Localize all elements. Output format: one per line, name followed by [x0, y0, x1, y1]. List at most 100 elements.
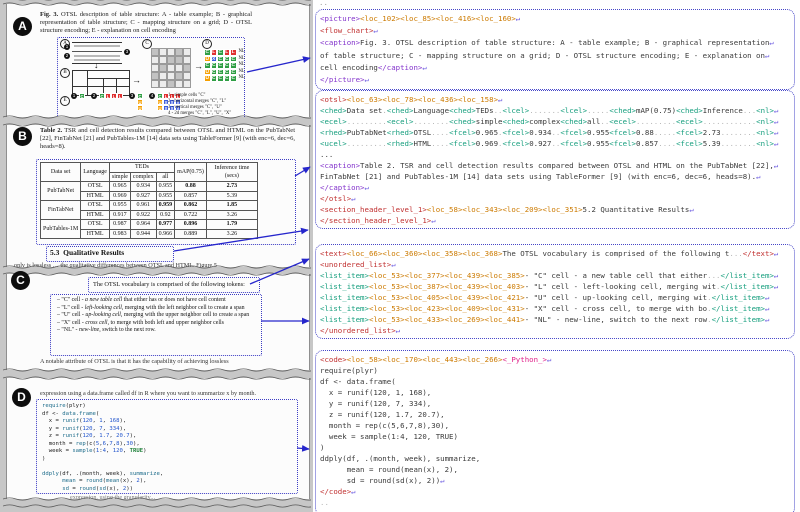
doctags-line: </otsl>↵ [320, 193, 790, 204]
language-cell: HTML [81, 191, 110, 201]
caption-b-number: Table 2. [40, 127, 62, 134]
doctags-line: <text><loc_66><loc_360><loc_358><loc_368… [320, 248, 790, 259]
doctags-panel: .. <picture><loc_102><loc_85><loc_416><l… [313, 0, 800, 512]
doctags-line: y = runif(120, 7, 334), [320, 398, 790, 409]
doctags-line: cell encoding</caption>↵ [320, 62, 790, 74]
doctags-line: <otsl><loc_63><loc_78><loc_436><loc_158>… [320, 94, 790, 105]
value-cell: 3.26 [206, 229, 257, 239]
region-label-a: A [13, 17, 32, 36]
value-cell: 3.26 [206, 210, 257, 220]
value-cell: 1.79 [206, 220, 257, 230]
doctags-line: </code>↵ [320, 486, 790, 497]
otsl-encoding-grid: CLCLLNLUXCCCNLCCCCCNLUCCCCNLUCCCCNL [204, 49, 245, 82]
col-header: Data set [41, 163, 81, 182]
doctags-line: <list_item><loc_53><loc_433><loc_269><lo… [320, 314, 790, 325]
doctags-block-table: <otsl><loc_63><loc_78><loc_436><loc_158>… [315, 90, 795, 229]
doctags-line: <caption>Table 2. TSR and cell detection… [320, 160, 790, 171]
value-cell: 0.964 [130, 220, 156, 230]
value-cell: 0.969 [109, 191, 130, 201]
grid-cell [183, 64, 191, 72]
doctags-line: </unordered_list>↵ [320, 325, 790, 336]
token-list-item: – "U" cell - up-looking cell, merging wi… [57, 312, 257, 320]
grid-cell [175, 72, 183, 80]
marker-2: 2 [64, 53, 70, 59]
code-line: ) [42, 456, 163, 464]
grid-cell [151, 48, 159, 56]
doctags-line: ddply(df, .(month, week), summarize, [320, 453, 790, 464]
value-cell: 0.955 [156, 191, 175, 201]
caption-a-number: Fig. 3. [40, 11, 58, 18]
grid-cell [159, 48, 167, 56]
value-cell: 0.965 [109, 182, 130, 192]
token-list-item: – "L" cell - left-looking cell, merging … [57, 305, 257, 313]
doctags-line: <list_item><loc_53><loc_405><loc_439><lo… [320, 292, 790, 303]
doctags-line: <list_item><loc_53><loc_387><loc_439><lo… [320, 281, 790, 292]
code-line: sd = round(sd(x), 2)) [42, 486, 163, 494]
results-table-box: Data setLanguageTEDsmAP(0.75)Inference t… [36, 159, 296, 245]
code-line: ddply(df, .(month, week), summarize, [42, 471, 163, 479]
grid-cell [175, 48, 183, 56]
cell-examples: 1C2CLLL3CUU4CLLLUXXXUXXX [71, 93, 181, 111]
doctags-block-list: <text><loc_66><loc_360><loc_358><loc_368… [315, 244, 795, 339]
grid-cell [159, 80, 167, 88]
value-cell: 0.917 [109, 210, 130, 220]
value-cell: 0.961 [130, 201, 156, 211]
doctags-line: <picture><loc_102><loc_85><loc_416><loc_… [320, 13, 790, 25]
code-line: df <- data.frame( [42, 411, 163, 419]
grid-cell [183, 56, 191, 64]
value-cell: 0.896 [175, 220, 207, 230]
encoding-legend: 1 - simple cells "C"2 - horizontal merge… [168, 93, 231, 117]
doctags-line: <code><loc_58><loc_170><loc_443><loc_266… [320, 354, 790, 365]
token-list: – "C" cell - a new table cell that eithe… [51, 295, 261, 335]
grid-cell [167, 64, 175, 72]
value-cell: 0.857 [175, 191, 207, 201]
value-cell: 0.987 [109, 220, 130, 230]
otsl-figure: A 1 2 3 ↓ B → C → D CLCLLNLUXCCCNLCCCCCN… [57, 37, 245, 119]
figure-caption-a: Fig. 3. OTSL description of table struct… [40, 11, 252, 36]
value-cell: 0.944 [130, 229, 156, 239]
value-cell: 0.922 [130, 210, 156, 220]
grid-cell [159, 72, 167, 80]
doctags-line: month = rep(c(5,6,7,8),30), [320, 420, 790, 431]
right-arrow-icon: → [194, 62, 203, 71]
grid-cell [175, 80, 183, 88]
doctags-block-code: <code><loc_58><loc_170><loc_443><loc_266… [315, 350, 795, 512]
code-line: mean = round(mean(x), 2), [42, 478, 163, 486]
language-cell: HTML [81, 229, 110, 239]
doctags-line: mean = round(mean(x), 2), [320, 464, 790, 475]
value-cell: 0.722 [175, 210, 207, 220]
doctags-block-picture: <picture><loc_102><loc_85><loc_416><loc_… [315, 9, 795, 90]
code-line: require(plyr) [42, 403, 163, 411]
value-cell: 0.966 [156, 229, 175, 239]
example-number: 3 [129, 93, 135, 99]
code-line: month = rep(c(5,6,7,8),30), [42, 441, 163, 449]
cut-text-fragment: only is lossless … the qualitative diffe… [14, 262, 302, 269]
col-header: TEDs [109, 163, 174, 173]
language-cell: HTML [81, 210, 110, 220]
vocab-line-text: The OTSL vocabulary is comprised of the … [89, 278, 245, 291]
doctags-line: of table structure; C - mapping structur… [320, 50, 790, 62]
otsl-cell: C [79, 93, 85, 99]
token-list-item: – "NL" - new-line, switch to the next ro… [57, 327, 257, 335]
col-header: simple [109, 172, 130, 182]
dataset-cell: PubTabNet [41, 182, 81, 201]
col-header: mAP(0.75) [175, 163, 207, 182]
grid-cell [151, 56, 159, 64]
doctags-line: x = runif(120, 1, 168), [320, 387, 790, 398]
grid-cell [167, 48, 175, 56]
doctags-line: </picture>↵ [320, 74, 790, 86]
doctags-line: <ecel>.........<ecel>........<ched>simpl… [320, 116, 790, 127]
value-cell: 0.862 [175, 201, 207, 211]
continuation-dots: .. [319, 0, 328, 7]
grid-cell [175, 56, 183, 64]
value-cell: 0.88 [175, 182, 207, 192]
panel-label-b: B [60, 68, 70, 78]
example-number: 1 [71, 93, 77, 99]
doctags-line: <section_header_level_1><loc_58><loc_343… [320, 204, 790, 215]
doctags-line: ) [320, 442, 790, 453]
token-list-item: – "X" cell - cross cell, to merge with b… [57, 320, 257, 328]
caption-b-text: TSR and cell detection results compared … [40, 127, 295, 150]
value-cell: 0.959 [156, 201, 175, 211]
language-cell: OTSL [81, 201, 110, 211]
down-arrow-icon: ↓ [94, 61, 99, 70]
